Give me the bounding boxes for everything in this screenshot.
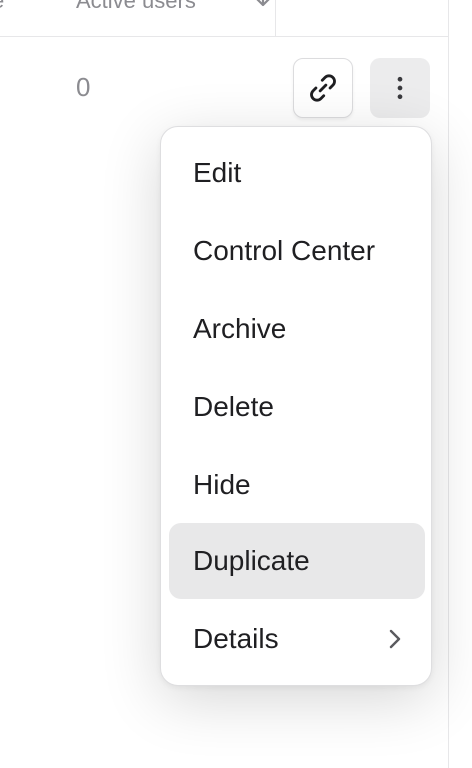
copy-link-button[interactable] <box>293 58 353 118</box>
menu-item-control-center[interactable]: Control Center <box>169 213 425 289</box>
chevron-right-icon <box>389 629 401 649</box>
menu-item-label: Duplicate <box>193 545 310 576</box>
menu-item-label: Edit <box>193 157 242 188</box>
active-users-cell: 0 <box>76 72 91 102</box>
menu-item-hide[interactable]: Hide <box>169 447 425 523</box>
column-header-partial[interactable]: e <box>0 0 4 14</box>
column-divider <box>275 0 276 36</box>
menu-item-edit[interactable]: Edit <box>169 135 425 211</box>
screen: e Active users 0 Edit Control Center Arc… <box>0 0 472 768</box>
menu-item-label: Details <box>193 623 279 654</box>
sort-arrow-icon[interactable] <box>252 0 274 10</box>
menu-item-details[interactable]: Details <box>169 601 425 677</box>
menu-item-label: Hide <box>193 469 251 500</box>
more-actions-button[interactable] <box>370 58 430 118</box>
link-icon <box>310 74 336 102</box>
actions-dropdown-menu: Edit Control Center Archive Delete Hide … <box>160 126 432 686</box>
menu-item-label: Control Center <box>193 235 376 266</box>
menu-item-label: Delete <box>193 391 274 422</box>
menu-item-label: Archive <box>193 313 287 344</box>
column-header-active-users[interactable]: Active users <box>76 0 196 14</box>
more-vertical-icon <box>397 76 403 100</box>
table-header: e Active users <box>0 0 448 37</box>
table-right-border <box>448 0 449 768</box>
menu-item-duplicate[interactable]: Duplicate <box>169 523 425 599</box>
menu-item-archive[interactable]: Archive <box>169 291 425 367</box>
menu-item-delete[interactable]: Delete <box>169 369 425 445</box>
